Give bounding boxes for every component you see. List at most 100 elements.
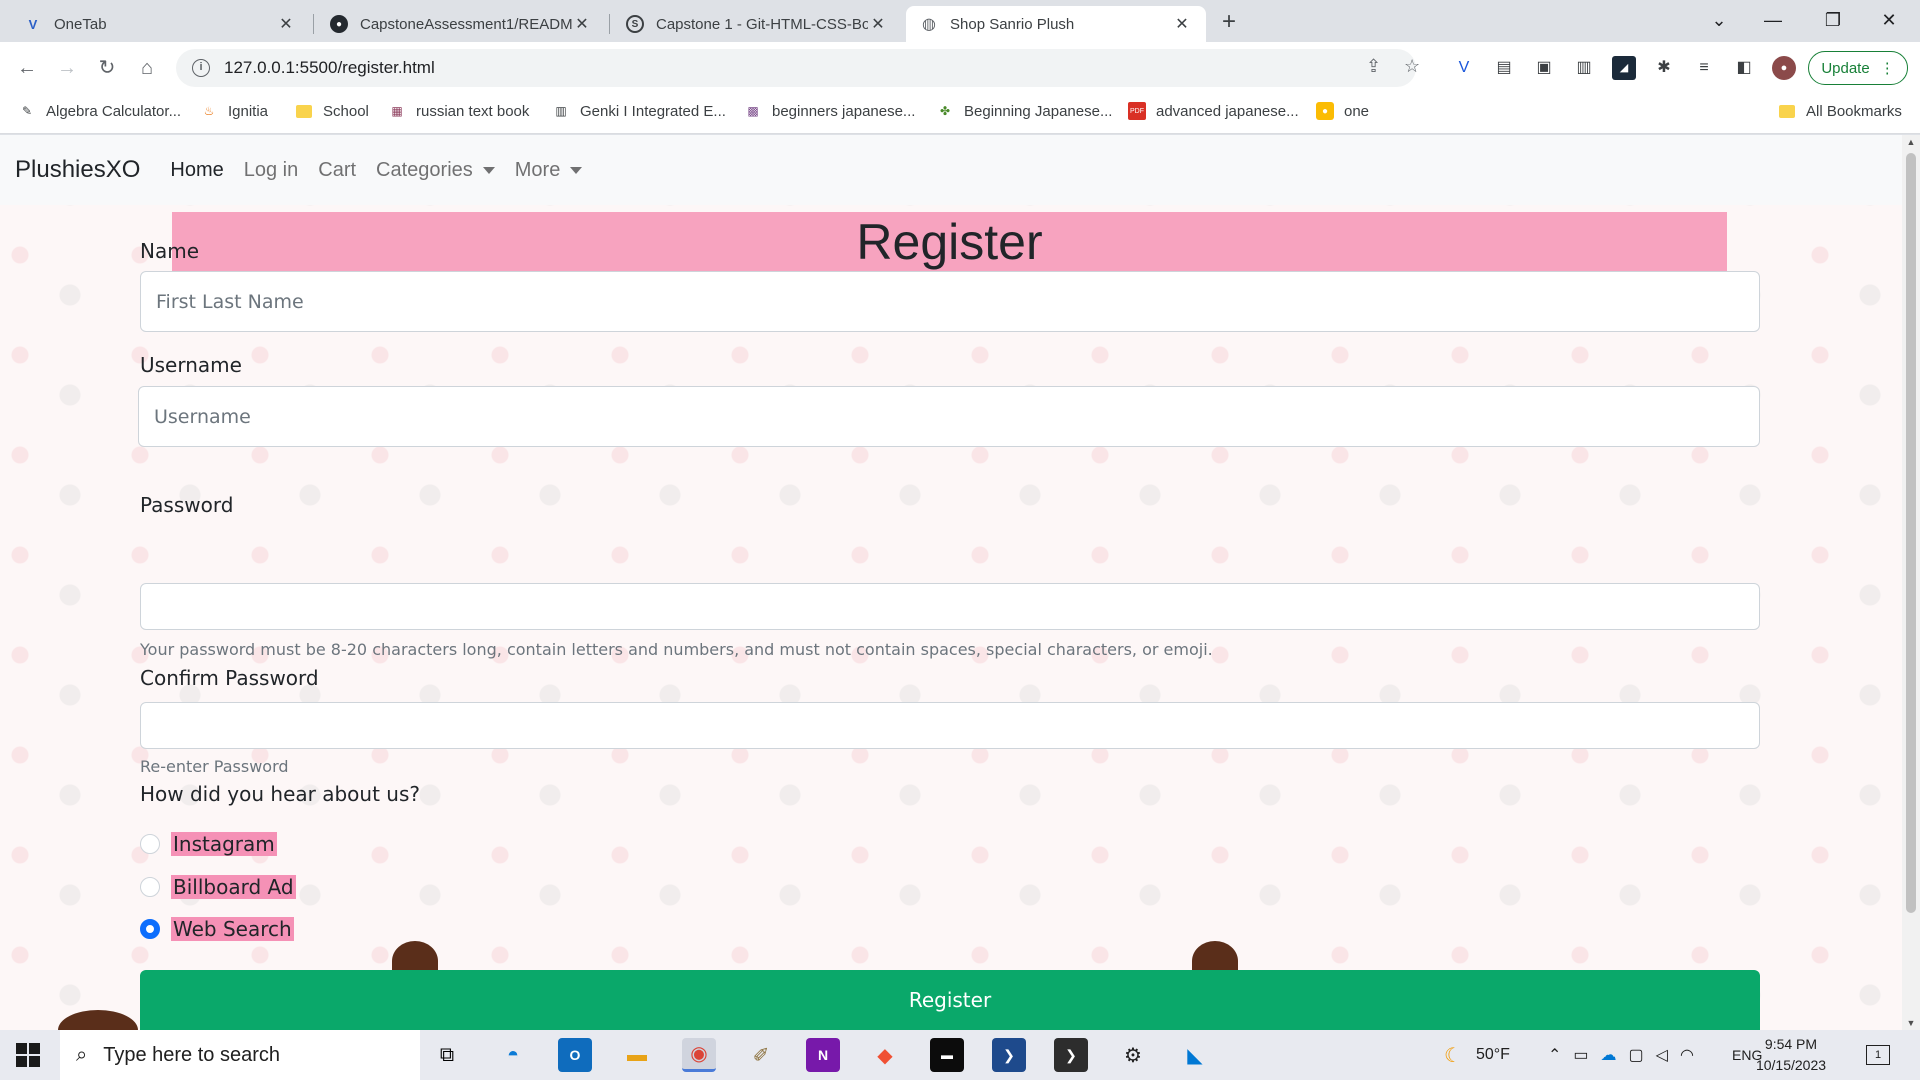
nav-login[interactable]: Log in [244, 159, 299, 182]
radio-button-checked[interactable] [140, 919, 160, 939]
scrollbar-thumb[interactable] [1906, 153, 1916, 913]
bookmark-item[interactable]: ♨ Ignitia [200, 102, 268, 120]
reload-icon[interactable]: ↻ [92, 53, 122, 83]
register-button[interactable]: Register [140, 970, 1760, 1030]
library-icon: ▥ [555, 104, 567, 118]
radio-web-search[interactable]: Web Search [140, 917, 294, 941]
nav-categories-dropdown[interactable]: Categories [376, 159, 495, 182]
all-bookmarks[interactable]: All Bookmarks [1778, 102, 1902, 120]
folder-icon [1778, 102, 1796, 120]
share-icon[interactable]: ⇪ [1366, 56, 1381, 77]
battery-icon[interactable]: ▭ [1573, 1045, 1588, 1065]
password-label: Password [140, 493, 234, 517]
tab-shop-sanrio[interactable]: ◍ Shop Sanrio Plush ✕ [906, 6, 1206, 42]
git-icon[interactable]: ◆ [868, 1038, 902, 1072]
notification-center-icon[interactable]: 1 [1866, 1030, 1890, 1080]
password-input[interactable] [140, 583, 1760, 630]
media-control-icon[interactable]: ≡ [1692, 56, 1716, 80]
address-bar[interactable]: i 127.0.0.1:5500/register.html ⇪ ☆ [176, 49, 1420, 87]
clover-icon: ✤ [939, 104, 951, 118]
forward-arrow-icon[interactable]: → [52, 53, 82, 83]
minimize-button[interactable]: — [1750, 4, 1796, 36]
radio-billboard-ad[interactable]: Billboard Ad [140, 875, 296, 899]
tab-strip: V OneTab ✕ ● CapstoneAssessment1/README … [0, 0, 1920, 42]
keep-note-icon: ● [1316, 102, 1334, 120]
tab-github[interactable]: ● CapstoneAssessment1/README ✕ [316, 6, 606, 42]
edge-icon[interactable]: ◓ [496, 1038, 530, 1072]
sololearn-icon: S [626, 15, 644, 33]
bookmark-item[interactable]: School [295, 102, 369, 120]
taskbar-clock[interactable]: 9:54 PM 10/15/2023 [1746, 1034, 1836, 1076]
task-view-icon[interactable]: ⧉ [430, 1038, 464, 1072]
brand-logo[interactable]: PlushiesXO [15, 156, 140, 184]
terminal-icon[interactable]: ❯ [1054, 1038, 1088, 1072]
bookmark-item[interactable]: PDF advanced japanese... [1128, 102, 1299, 120]
back-arrow-icon[interactable]: ← [12, 53, 42, 83]
update-button[interactable]: Update ⋮ [1808, 51, 1908, 85]
vimeo-extension-icon[interactable]: V [1452, 56, 1476, 80]
search-icon: ⌕ [76, 1043, 88, 1066]
weather-widget[interactable]: ☾ 50°F [1444, 1030, 1510, 1080]
name-input[interactable]: First Last Name [140, 271, 1760, 332]
caret-down-icon [570, 166, 583, 174]
nav-more-dropdown[interactable]: More [515, 159, 583, 182]
scroll-up-arrow-icon[interactable]: ▲ [1902, 137, 1920, 147]
powershell-icon[interactable]: ❯ [992, 1038, 1026, 1072]
scroll-down-arrow-icon[interactable]: ▼ [1902, 1018, 1920, 1028]
wifi-icon[interactable]: ◠ [1680, 1045, 1694, 1065]
close-icon[interactable]: ✕ [868, 14, 888, 34]
paint-icon[interactable]: ✐ [744, 1038, 778, 1072]
vscode-icon[interactable]: ◣ [1178, 1038, 1212, 1072]
flame-icon: ♨ [203, 104, 215, 118]
onenote-icon[interactable]: N [806, 1038, 840, 1072]
bookmark-star-icon[interactable]: ☆ [1404, 56, 1420, 77]
close-icon[interactable]: ✕ [276, 14, 296, 34]
puzzle-extensions-icon[interactable]: ✱ [1652, 56, 1676, 80]
bookmark-item[interactable]: ▩ beginners japanese... [744, 102, 915, 120]
home-icon[interactable]: ⌂ [132, 53, 162, 83]
meet-now-icon[interactable]: ▢ [1629, 1045, 1644, 1065]
globe-icon: ◍ [922, 16, 936, 33]
bookmark-item[interactable]: ● one [1316, 102, 1369, 120]
bookmark-item[interactable]: ✎ Algebra Calculator... [18, 102, 181, 120]
onedrive-cloud-icon[interactable]: ☁ [1601, 1045, 1617, 1065]
new-tab-button[interactable]: + [1222, 8, 1236, 36]
tab-search-chevron-icon[interactable]: ⌄ [1696, 4, 1742, 36]
site-info-icon[interactable]: i [192, 59, 210, 77]
outlook-icon[interactable]: O [558, 1038, 592, 1072]
tab-layout-icon[interactable]: ▥ [1572, 56, 1596, 80]
command-prompt-icon[interactable]: ▬ [930, 1038, 964, 1072]
bookmark-item[interactable]: ▥ Genki I Integrated E... [552, 102, 726, 120]
reader-mode-icon[interactable]: ▤ [1492, 56, 1516, 80]
extension-dark-icon[interactable]: ◢ [1612, 56, 1636, 80]
side-panel-icon[interactable]: ◧ [1732, 56, 1756, 80]
chevron-up-icon[interactable]: ⌃ [1548, 1045, 1561, 1065]
profile-avatar[interactable]: ● [1772, 56, 1796, 80]
picture-in-picture-icon[interactable]: ▣ [1532, 56, 1556, 80]
bookmark-item[interactable]: ▦ russian text book [388, 102, 529, 120]
windows-start-icon[interactable] [16, 1043, 40, 1067]
nav-home[interactable]: Home [170, 159, 223, 182]
page-scrollbar[interactable]: ▲ ▼ [1902, 135, 1920, 1030]
username-input[interactable]: Username [138, 386, 1760, 447]
confirm-password-input[interactable] [140, 702, 1760, 749]
close-icon[interactable]: ✕ [1172, 14, 1192, 34]
book-icon: ▦ [391, 104, 403, 118]
tab-capstone[interactable]: S Capstone 1 - Git-HTML-CSS-Boo ✕ [612, 6, 902, 42]
nav-cart[interactable]: Cart [318, 159, 356, 182]
chrome-icon[interactable]: ◉ [682, 1038, 716, 1072]
radio-button[interactable] [140, 834, 160, 854]
file-explorer-icon[interactable]: ▬ [620, 1038, 654, 1072]
radio-instagram[interactable]: Instagram [140, 832, 277, 856]
radio-button[interactable] [140, 877, 160, 897]
settings-gear-icon[interactable]: ⚙ [1116, 1038, 1150, 1072]
maximize-button[interactable]: ❐ [1810, 4, 1856, 36]
close-icon[interactable]: ✕ [572, 14, 592, 34]
volume-icon[interactable]: ◁ [1656, 1045, 1668, 1065]
site-navbar: PlushiesXO Home Log in Cart Categories M… [0, 135, 1902, 205]
folder-icon [295, 102, 313, 120]
bookmark-item[interactable]: ✤ Beginning Japanese... [936, 102, 1112, 120]
tab-onetab[interactable]: V OneTab ✕ [10, 6, 310, 42]
close-window-button[interactable]: ✕ [1866, 4, 1912, 36]
taskbar-search-box[interactable]: ⌕ Type here to search [60, 1030, 420, 1080]
